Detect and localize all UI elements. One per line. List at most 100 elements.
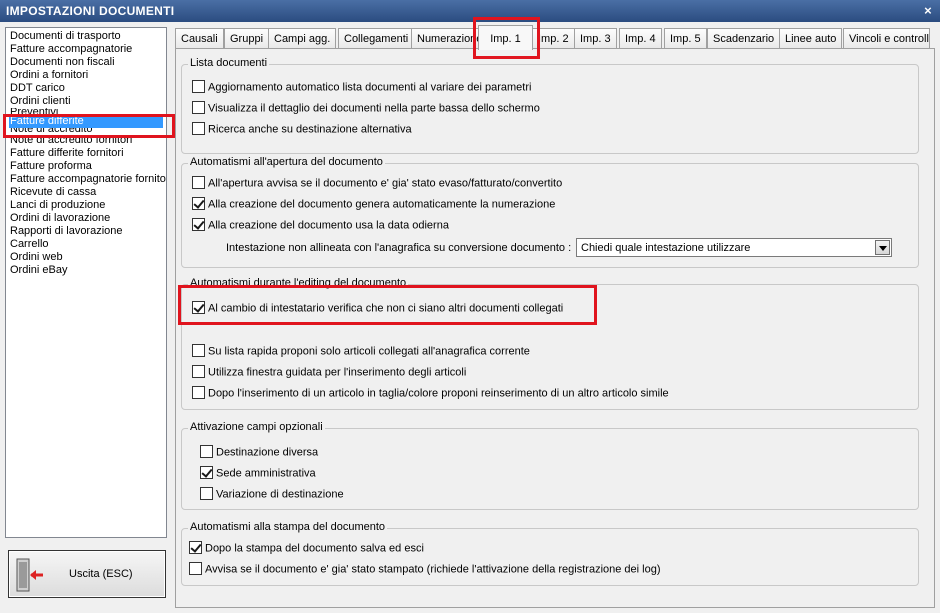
- group-title: Attivazione campi opzionali: [188, 421, 325, 433]
- tab-vincoli-e-controlli[interactable]: Vincoli e controlli: [843, 28, 930, 49]
- tab-campi-agg[interactable]: Campi agg.: [268, 28, 337, 49]
- checkbox-label: Su lista rapida proponi solo articoli co…: [208, 345, 530, 358]
- checkbox-box[interactable]: [192, 176, 205, 189]
- window-titlebar: IMPOSTAZIONI DOCUMENTI ×: [0, 0, 940, 22]
- tab-strip: Causali Gruppi Campi agg. Collegamenti N…: [175, 25, 935, 50]
- checkbox-label: Dopo la stampa del documento salva ed es…: [205, 542, 424, 555]
- checkbox-label: All'apertura avvisa se il documento e' g…: [208, 177, 563, 190]
- list-item[interactable]: Fatture accompagnatorie: [9, 43, 166, 56]
- list-item[interactable]: Ordini eBay: [9, 264, 166, 277]
- exit-button[interactable]: Uscita (ESC): [8, 550, 166, 598]
- intestazione-label: Intestazione non allineata con l'anagraf…: [226, 242, 572, 254]
- list-item[interactable]: Fatture proforma: [9, 160, 166, 173]
- checkbox-box[interactable]: [200, 487, 213, 500]
- checkbox-label: Dopo l'inserimento di un articolo in tag…: [208, 387, 669, 400]
- checkbox-box[interactable]: [192, 386, 205, 399]
- checkbox-reinserimento-articolo[interactable]: Dopo l'inserimento di un articolo in tag…: [192, 386, 669, 401]
- checkbox-variazione-destinazione[interactable]: Variazione di destinazione: [200, 487, 344, 502]
- checkbox-label: Avvisa se il documento e' gia' stato sta…: [205, 563, 661, 576]
- checkbox-label: Destinazione diversa: [216, 446, 319, 459]
- list-item[interactable]: Preventivi: [9, 108, 166, 115]
- checkbox-box[interactable]: [192, 365, 205, 378]
- checkbox-box[interactable]: [200, 466, 213, 479]
- checkbox-sede-amministrativa[interactable]: Sede amministrativa: [200, 466, 316, 481]
- checkbox-box[interactable]: [192, 101, 205, 114]
- tab-collegamenti[interactable]: Collegamenti: [338, 28, 415, 49]
- list-item[interactable]: Lanci di produzione: [9, 199, 166, 212]
- exit-button-label: Uscita (ESC): [69, 568, 133, 580]
- tab-imp-4[interactable]: Imp. 4: [619, 28, 662, 49]
- intestazione-select[interactable]: Chiedi quale intestazione utilizzare: [576, 238, 892, 257]
- intestazione-select-value: Chiedi quale intestazione utilizzare: [581, 242, 751, 254]
- exit-door-icon: [16, 558, 43, 592]
- settings-panel: Lista documenti Aggiornamento automatico…: [175, 48, 935, 608]
- checkbox-visualizza-dettaglio[interactable]: Visualizza il dettaglio dei documenti ne…: [192, 101, 540, 116]
- checkbox-label: Alla creazione del documento genera auto…: [208, 198, 556, 211]
- list-item[interactable]: Fatture accompagnatorie fornito: [9, 173, 166, 186]
- tab-scadenzario[interactable]: Scadenzario: [707, 28, 781, 49]
- list-item[interactable]: Ordini web: [9, 251, 166, 264]
- tab-imp-3[interactable]: Imp. 3: [574, 28, 617, 49]
- chevron-down-icon[interactable]: [875, 240, 890, 255]
- checkbox-box[interactable]: [200, 445, 213, 458]
- checkbox-label: Ricerca anche su destinazione alternativ…: [208, 123, 412, 136]
- checkbox-genera-numerazione[interactable]: Alla creazione del documento genera auto…: [192, 197, 556, 212]
- checkbox-box[interactable]: [192, 301, 205, 314]
- checkbox-data-odierna[interactable]: Alla creazione del documento usa la data…: [192, 218, 449, 233]
- checkbox-finestra-guidata[interactable]: Utilizza finestra guidata per l'inserime…: [192, 365, 467, 380]
- tab-imp-1[interactable]: Imp. 1: [478, 25, 533, 50]
- checkbox-avvisa-evaso[interactable]: All'apertura avvisa se il documento e' g…: [192, 176, 563, 191]
- list-item[interactable]: Ordini clienti: [9, 95, 166, 108]
- checkbox-label: Aggiornamento automatico lista documenti…: [208, 81, 532, 94]
- checkbox-box[interactable]: [192, 80, 205, 93]
- checkbox-label: Variazione di destinazione: [216, 488, 344, 501]
- list-item[interactable]: Fatture differite fornitori: [9, 147, 166, 160]
- list-item[interactable]: Ricevute di cassa: [9, 186, 166, 199]
- checkbox-label: Al cambio di intestatario verifica che n…: [208, 302, 564, 315]
- checkbox-aggiornamento-automatico[interactable]: Aggiornamento automatico lista documenti…: [192, 80, 532, 95]
- checkbox-label: Sede amministrativa: [216, 467, 316, 480]
- checkbox-box[interactable]: [189, 541, 202, 554]
- tab-imp-5[interactable]: Imp. 5: [664, 28, 707, 49]
- checkbox-destinazione-diversa[interactable]: Destinazione diversa: [200, 445, 319, 460]
- group-title: Lista documenti: [188, 57, 270, 69]
- list-item[interactable]: Ordini di lavorazione: [9, 212, 166, 225]
- close-icon[interactable]: ×: [924, 3, 932, 18]
- checkbox-label: Visualizza il dettaglio dei documenti ne…: [208, 102, 540, 115]
- group-title: Automatismi alla stampa del documento: [188, 521, 388, 533]
- checkbox-lista-rapida[interactable]: Su lista rapida proponi solo articoli co…: [192, 344, 530, 359]
- checkbox-box[interactable]: [192, 218, 205, 231]
- checkbox-label: Utilizza finestra guidata per l'inserime…: [208, 366, 467, 379]
- tab-causali[interactable]: Causali: [175, 28, 224, 49]
- document-type-list[interactable]: Documenti di trasporto Fatture accompagn…: [5, 27, 167, 538]
- list-item[interactable]: Documenti di trasporto: [9, 30, 166, 43]
- window-title: IMPOSTAZIONI DOCUMENTI: [6, 4, 175, 18]
- list-item[interactable]: DDT carico: [9, 82, 166, 95]
- list-item[interactable]: Ordini a fornitori: [9, 69, 166, 82]
- list-item[interactable]: Note di accredito fornitori: [9, 134, 166, 147]
- list-item[interactable]: Documenti non fiscali: [9, 56, 166, 69]
- tab-gruppi[interactable]: Gruppi: [224, 28, 270, 49]
- group-lista-documenti: Lista documenti Aggiornamento automatico…: [181, 57, 919, 154]
- group-title: Automatismi durante l'editing del docume…: [188, 277, 409, 289]
- checkbox-box[interactable]: [189, 562, 202, 575]
- checkbox-box[interactable]: [192, 344, 205, 357]
- checkbox-ricerca-destinazione[interactable]: Ricerca anche su destinazione alternativ…: [192, 122, 412, 137]
- list-item[interactable]: Rapporti di lavorazione: [9, 225, 166, 238]
- checkbox-avvisa-stampato[interactable]: Avvisa se il documento e' gia' stato sta…: [189, 562, 661, 577]
- list-item[interactable]: Carrello: [9, 238, 166, 251]
- group-campi-opzionali: Attivazione campi opzionali Destinazione…: [181, 421, 919, 510]
- group-title: Automatismi all'apertura del documento: [188, 156, 385, 168]
- tab-imp-2[interactable]: Imp. 2: [532, 28, 575, 49]
- list-item-selected[interactable]: Fatture differite: [9, 115, 163, 128]
- group-automatismi-stampa: Automatismi alla stampa del documento Do…: [181, 521, 919, 586]
- checkbox-cambio-intestatario[interactable]: Al cambio di intestatario verifica che n…: [192, 301, 564, 316]
- tab-linee-auto[interactable]: Linee auto: [779, 28, 843, 49]
- group-automatismi-editing: Automatismi durante l'editing del docume…: [181, 277, 919, 410]
- checkbox-box[interactable]: [192, 122, 205, 135]
- checkbox-label: Alla creazione del documento usa la data…: [208, 219, 449, 232]
- checkbox-salva-ed-esci[interactable]: Dopo la stampa del documento salva ed es…: [189, 541, 424, 556]
- tab-numerazione[interactable]: Numerazione: [411, 28, 479, 49]
- checkbox-box[interactable]: [192, 197, 205, 210]
- group-automatismi-apertura: Automatismi all'apertura del documento A…: [181, 156, 919, 268]
